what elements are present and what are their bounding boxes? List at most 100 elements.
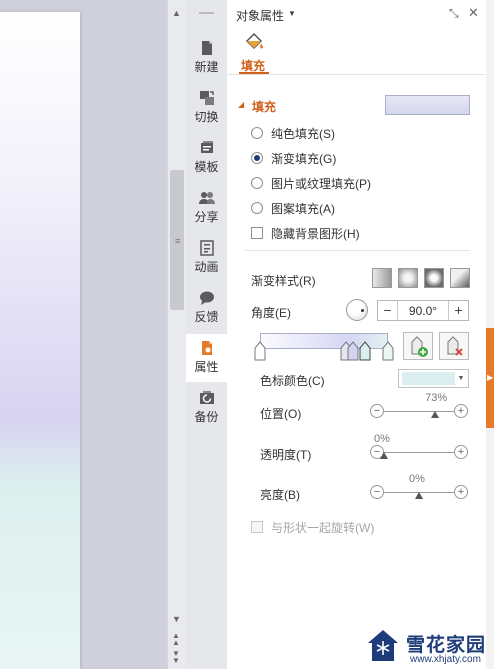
radio-pattern-fill[interactable]: 图案填充(A) xyxy=(251,199,335,217)
divider xyxy=(245,250,470,251)
checkbox-label: 与形状一起旋转(W) xyxy=(271,520,375,535)
watermark-url: www.xhjaty.com xyxy=(410,654,481,665)
chevron-down-icon[interactable]: ▼ xyxy=(455,375,467,382)
vertical-scrollbar[interactable]: ▲ ≡ ▼ ▲ ▲ ▼ ▼ xyxy=(167,0,186,669)
share-icon xyxy=(198,192,215,204)
panel-header: 对象属性 ▼ ⤡ ✕ xyxy=(227,0,486,28)
position-increase-button[interactable]: + xyxy=(454,404,468,418)
checkbox[interactable] xyxy=(251,521,263,533)
slider-track[interactable] xyxy=(384,452,454,453)
slide-preview[interactable] xyxy=(0,12,80,669)
gradient-stop[interactable] xyxy=(382,341,394,361)
fill-color-preview[interactable] xyxy=(385,95,470,115)
stop-color-dropdown[interactable]: ▼ xyxy=(398,369,469,388)
template-icon xyxy=(200,141,213,153)
position-slider[interactable]: − 73% + xyxy=(370,392,470,422)
scroll-down-arrow-icon[interactable]: ▼ xyxy=(172,614,181,624)
slider-track[interactable] xyxy=(384,411,454,412)
slide-canvas-area xyxy=(0,0,167,669)
radio-label: 渐变填充(G) xyxy=(271,151,337,166)
collapse-panel-icon[interactable]: ⤡ xyxy=(449,6,459,21)
tab-label: 模板 xyxy=(194,160,219,174)
brightness-decrease-button[interactable]: − xyxy=(370,485,384,499)
tab-feedback[interactable]: 反馈 xyxy=(186,284,227,332)
slider-thumb[interactable] xyxy=(380,452,388,459)
gradient-stop[interactable] xyxy=(347,341,359,361)
gradient-style-radial-button[interactable] xyxy=(398,268,418,288)
tab-transition[interactable]: 切换 xyxy=(186,84,227,132)
transparency-label: 透明度(T) xyxy=(260,448,312,462)
section-collapse-caret-icon[interactable]: ◢ xyxy=(238,100,244,109)
scroll-up-arrow-icon[interactable]: ▲ xyxy=(172,8,181,18)
tabstrip-grip[interactable] xyxy=(199,12,214,14)
feedback-icon xyxy=(199,291,214,305)
transparency-increase-button[interactable]: + xyxy=(454,445,468,459)
tab-animation[interactable]: 动画 xyxy=(186,234,227,282)
checkbox[interactable] xyxy=(251,227,263,239)
angle-increase-button[interactable]: + xyxy=(448,301,468,320)
snowflake-house-logo-icon xyxy=(368,630,398,661)
transition-icon xyxy=(199,91,214,105)
add-stop-icon xyxy=(411,336,428,357)
gradient-stop-selected[interactable] xyxy=(359,341,371,361)
brightness-slider[interactable]: − 0% + xyxy=(370,473,470,503)
gradient-stop[interactable] xyxy=(254,341,266,361)
checkbox-hide-background[interactable]: 隐藏背景图形(H) xyxy=(251,224,360,242)
panel-title[interactable]: 对象属性 xyxy=(236,7,284,24)
section-title-fill[interactable]: 填充 xyxy=(252,98,276,115)
add-gradient-stop-button[interactable] xyxy=(403,332,433,360)
tab-label: 分享 xyxy=(194,210,219,224)
radio-solid-fill[interactable]: 纯色填充(S) xyxy=(251,124,335,142)
animation-icon xyxy=(199,240,214,256)
page-up-icon[interactable]: ▲ ▲ xyxy=(172,632,180,647)
scroll-thumb[interactable]: ≡ xyxy=(170,170,184,310)
slider-thumb[interactable] xyxy=(415,492,423,499)
properties-icon xyxy=(201,341,212,355)
radio-button[interactable] xyxy=(251,152,263,164)
tab-label: 属性 xyxy=(194,360,219,374)
chevron-down-icon[interactable]: ▼ xyxy=(288,9,296,18)
watermark-name: 雪花家园 xyxy=(406,635,487,656)
checkbox-rotate-with-shape[interactable]: 与形状一起旋转(W) xyxy=(251,518,374,536)
gradient-style-rectangular-button[interactable] xyxy=(424,268,444,288)
tab-properties[interactable]: 属性 xyxy=(186,334,227,382)
position-decrease-button[interactable]: − xyxy=(370,404,384,418)
angle-value[interactable]: 90.0° xyxy=(398,304,448,318)
angle-stepper[interactable]: − 90.0° + xyxy=(377,300,469,321)
tab-new[interactable]: 新建 xyxy=(186,34,227,82)
transparency-slider[interactable]: − 0% + xyxy=(370,433,470,463)
site-watermark: 雪花家园 www.xhjaty.com xyxy=(366,628,494,669)
brightness-increase-button[interactable]: + xyxy=(454,485,468,499)
angle-decrease-button[interactable]: − xyxy=(378,301,398,320)
divider xyxy=(227,74,486,75)
remove-gradient-stop-button[interactable] xyxy=(439,332,469,360)
tab-backup[interactable]: 备份 xyxy=(186,384,227,432)
radio-gradient-fill[interactable]: 渐变填充(G) xyxy=(251,149,336,167)
radio-label: 图片或纹理填充(P) xyxy=(271,176,371,191)
gradient-style-path-button[interactable] xyxy=(450,268,470,288)
radio-button[interactable] xyxy=(251,202,263,214)
collapse-side-handle[interactable]: ▶ xyxy=(486,328,494,428)
tab-fill[interactable]: 填充 xyxy=(239,32,271,74)
gradient-style-linear-button[interactable] xyxy=(372,268,392,288)
radio-button[interactable] xyxy=(251,127,263,139)
tab-label: 切换 xyxy=(194,110,219,124)
brightness-label: 亮度(B) xyxy=(260,488,300,502)
slider-thumb[interactable] xyxy=(431,411,440,418)
paint-bucket-icon xyxy=(245,32,263,50)
new-doc-icon xyxy=(201,41,212,55)
close-icon[interactable]: ✕ xyxy=(468,5,479,21)
angle-label: 角度(E) xyxy=(251,306,291,320)
stop-color-label: 色标颜色(C) xyxy=(260,374,325,388)
angle-dial[interactable] xyxy=(346,299,368,321)
position-value: 73% xyxy=(425,392,448,404)
backup-icon xyxy=(199,391,214,404)
tab-label: 新建 xyxy=(194,60,219,74)
tab-template[interactable]: 模板 xyxy=(186,134,227,182)
object-properties-panel: 对象属性 ▼ ⤡ ✕ 填充 ◢ 填充 纯色填充(S) 渐变填充(G) 图片或纹理… xyxy=(227,0,486,669)
tab-share[interactable]: 分享 xyxy=(186,184,227,232)
radio-picture-fill[interactable]: 图片或纹理填充(P) xyxy=(251,174,371,192)
page-down-icon[interactable]: ▼ ▼ xyxy=(172,650,180,665)
stop-color-swatch xyxy=(402,372,455,385)
radio-button[interactable] xyxy=(251,177,263,189)
